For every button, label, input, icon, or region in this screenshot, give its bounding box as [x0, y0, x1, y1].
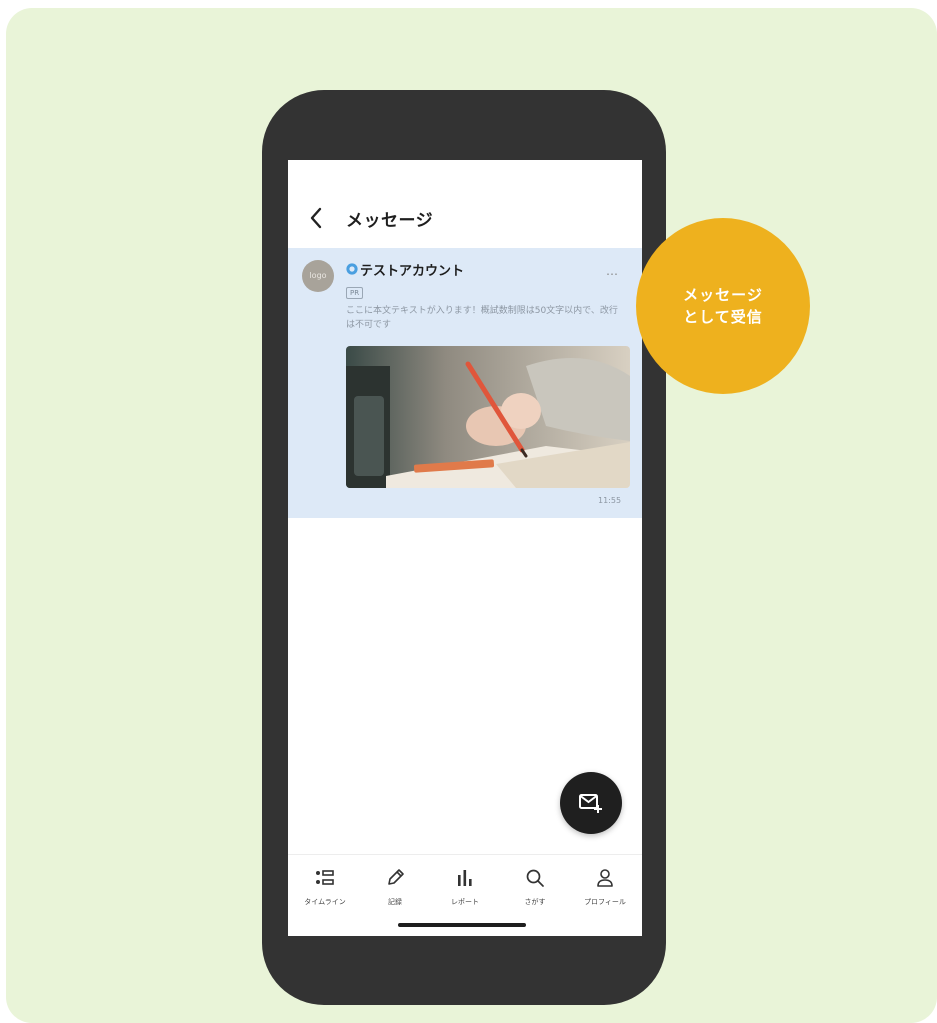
pencil-icon [388, 869, 404, 885]
timeline-icon [316, 870, 334, 885]
tab-report[interactable]: レポート [430, 855, 500, 915]
tab-label: さがす [524, 898, 546, 906]
callout-line-2: として受信 [683, 308, 763, 326]
more-options-icon[interactable]: … [606, 264, 619, 278]
tab-record[interactable]: 記録 [360, 855, 430, 915]
message-item[interactable]: logo テストアカウント … PR ここに本文テキストが入ります！概試数制限は… [288, 248, 642, 518]
message-photo[interactable] [346, 346, 630, 488]
callout-line-1: メッセージ [683, 286, 763, 304]
tab-timeline[interactable]: タイムライン [290, 855, 360, 915]
received-as-message-callout: メッセージ として受信 [636, 218, 810, 394]
tab-search[interactable]: さがす [500, 855, 570, 915]
home-indicator[interactable] [398, 923, 526, 927]
avatar[interactable]: logo [302, 260, 334, 292]
tab-profile[interactable]: プロフィール [570, 855, 640, 915]
bar-chart-icon [458, 870, 472, 886]
verified-badge-icon [346, 263, 358, 275]
compose-mail-icon [579, 794, 602, 813]
phone-screen: メッセージ logo テストアカウント … PR ここに本文テキストが入ります！… [288, 160, 642, 936]
tab-label: レポート [451, 898, 479, 906]
message-time: 11:55 [598, 496, 622, 505]
search-icon [526, 869, 544, 887]
page-title: メッセージ [346, 211, 434, 231]
tab-label: 記録 [388, 898, 402, 906]
bottom-tab-bar: タイムライン 記録 レポート さがす プロフィール [288, 854, 642, 919]
profile-icon [597, 869, 613, 887]
back-arrow-icon[interactable] [306, 204, 328, 232]
tab-label: タイムライン [304, 898, 346, 906]
tab-label: プロフィール [584, 898, 626, 906]
compose-message-button[interactable] [560, 772, 622, 834]
account-name[interactable]: テストアカウント [360, 260, 464, 279]
pr-tag: PR [346, 287, 364, 299]
message-body: ここに本文テキストが入ります！概試数制限は50文字以内で、改行は不可です [346, 306, 618, 330]
app-header: メッセージ [288, 160, 642, 248]
